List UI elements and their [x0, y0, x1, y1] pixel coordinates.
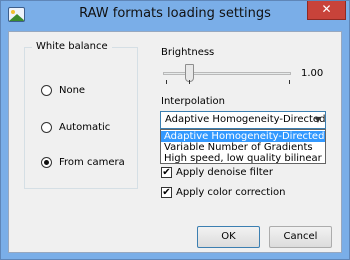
dropdown-option[interactable]: Adaptive Homogeneity-Directed — [161, 131, 325, 142]
chevron-down-icon: ▼ — [314, 115, 321, 124]
radio-indicator[interactable] — [41, 156, 52, 168]
radio-indicator[interactable] — [41, 121, 52, 133]
window-title: RAW formats loading settings — [79, 6, 271, 21]
interpolation-dropdown-list: Adaptive Homogeneity-Directed Variable N… — [160, 129, 326, 164]
slider-tick — [189, 80, 190, 84]
checkbox-checked-icon[interactable]: ✔ — [161, 186, 172, 198]
checkbox-checked-icon[interactable]: ✔ — [161, 166, 172, 178]
cancel-button[interactable]: Cancel — [269, 226, 332, 248]
radio-from-camera[interactable]: From camera — [41, 155, 125, 169]
brightness-slider-track[interactable] — [163, 72, 291, 75]
interpolation-select[interactable]: Adaptive Homogeneity-Directed ▼ — [160, 111, 326, 129]
dropdown-option[interactable]: Variable Number of Gradients — [161, 142, 325, 153]
slider-tick — [289, 80, 290, 84]
interpolation-label: Interpolation — [161, 96, 225, 107]
radio-label: None — [59, 84, 86, 96]
radio-label: Automatic — [59, 121, 111, 133]
close-button[interactable]: ✕ — [307, 1, 346, 20]
interpolation-selected-value: Adaptive Homogeneity-Directed — [165, 114, 326, 125]
title-bar[interactable]: RAW formats loading settings ✕ — [1, 1, 349, 28]
ok-button[interactable]: OK — [197, 226, 260, 248]
color-correction-checkbox-row[interactable]: ✔ Apply color correction — [161, 185, 285, 199]
radio-automatic[interactable]: Automatic — [41, 120, 110, 134]
radio-none[interactable]: None — [41, 83, 85, 97]
denoise-checkbox-row[interactable]: ✔ Apply denoise filter — [161, 165, 273, 179]
dropdown-option[interactable]: High speed, low quality bilinear — [161, 153, 325, 164]
white-balance-legend: White balance — [32, 41, 112, 52]
checkbox-label: Apply color correction — [176, 186, 286, 198]
checkbox-label: Apply denoise filter — [176, 166, 273, 178]
radio-indicator[interactable] — [41, 84, 52, 96]
radio-label: From camera — [59, 156, 125, 168]
slider-tick — [166, 80, 167, 84]
dialog-window: RAW formats loading settings ✕ White bal… — [0, 0, 350, 260]
brightness-label: Brightness — [161, 47, 215, 58]
brightness-value: 1.00 — [301, 68, 324, 79]
